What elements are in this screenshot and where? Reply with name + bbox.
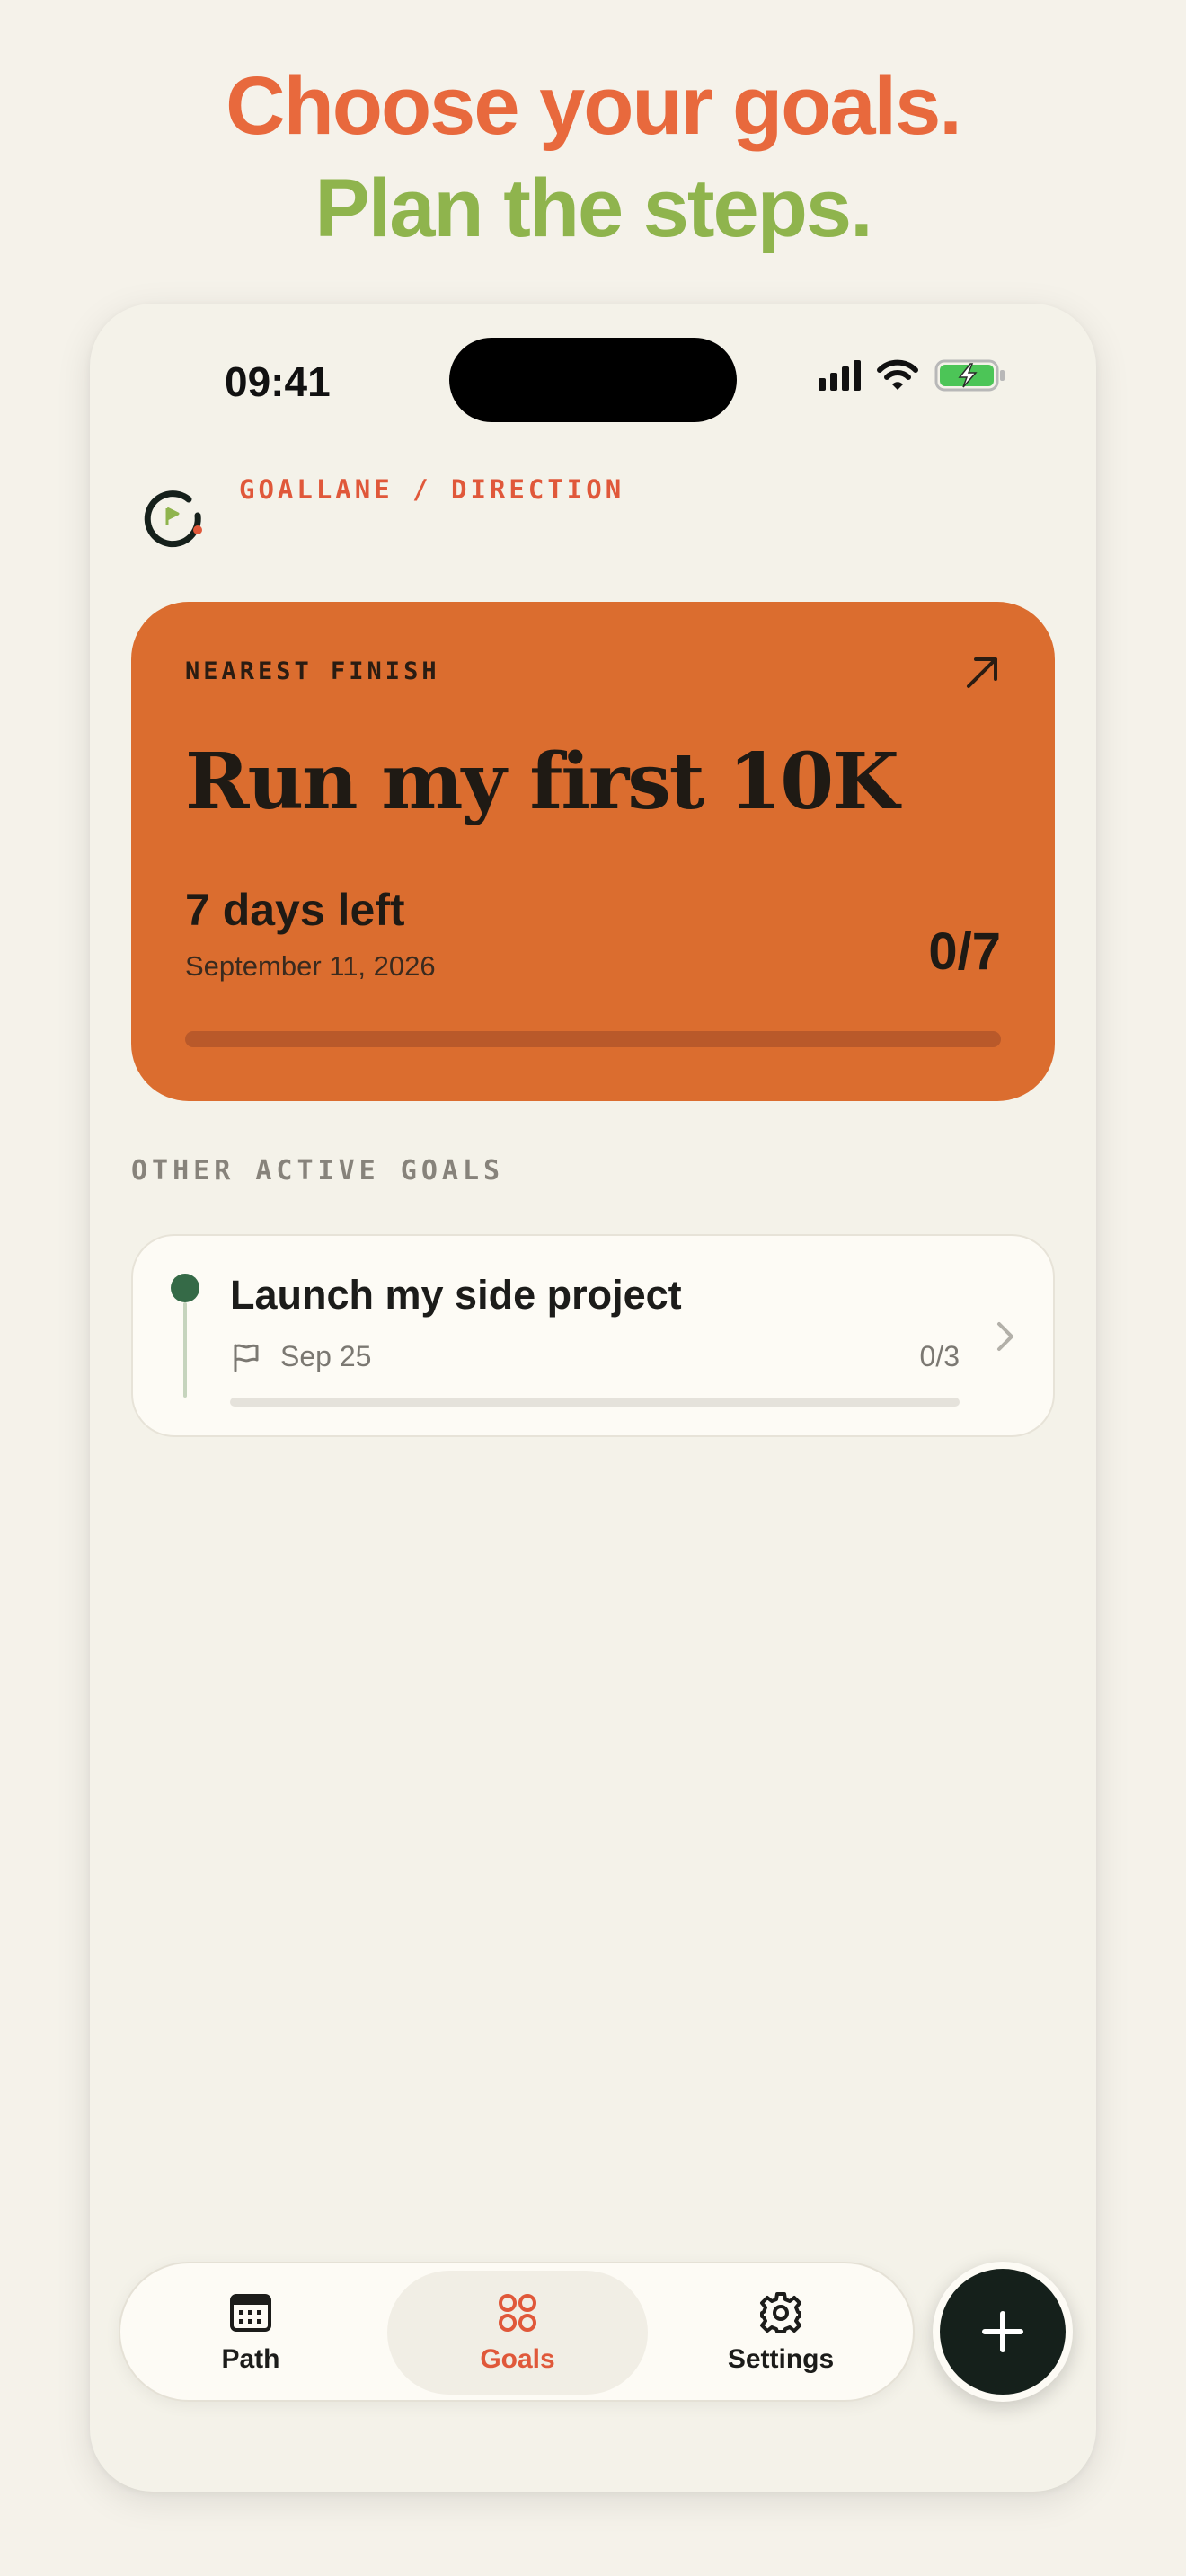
goallane-logo-icon (144, 490, 202, 548)
dynamic-island (449, 338, 737, 422)
featured-goal-days-left: 7 days left (185, 885, 405, 935)
featured-goal-progress-bar (185, 1031, 1001, 1047)
status-icons (819, 359, 1006, 392)
tab-bar: Path Goals Settings (119, 2262, 915, 2402)
calendar-icon (230, 2294, 271, 2332)
featured-goal-card[interactable]: NEAREST FINISH Run my first 10K 7 days l… (131, 602, 1055, 1101)
goal-list-item[interactable]: Launch my side project Sep 25 0/3 (131, 1234, 1055, 1437)
add-goal-button[interactable] (933, 2262, 1073, 2402)
plus-icon (982, 2311, 1023, 2352)
tab-settings-label: Settings (727, 2344, 835, 2374)
wifi-icon (877, 359, 918, 390)
tab-goals[interactable]: Goals (387, 2271, 648, 2395)
tab-settings[interactable]: Settings (651, 2271, 911, 2395)
goal-status-dot (171, 1274, 199, 1302)
featured-goal-progress-count: 0/7 (928, 922, 1001, 981)
goal-due-date: Sep 25 (280, 1340, 372, 1372)
goal-progress-count: 0/3 (919, 1340, 960, 1372)
tab-path[interactable]: Path (120, 2271, 381, 2395)
flag-icon (234, 1344, 259, 1372)
battery-charging-icon (934, 359, 1005, 392)
status-time: 09:41 (225, 358, 331, 405)
featured-goal-title: Run my first 10K (185, 737, 899, 827)
goal-timeline-line (183, 1302, 187, 1398)
brand-breadcrumb: GOALLANE / DIRECTION (239, 474, 625, 505)
grid-circles-icon (499, 2294, 536, 2332)
promo-headline-line-2: Plan the steps. (314, 163, 872, 254)
phone-frame: 09:41 GOALLANE / DIRECTION NEAREST FINIS… (90, 304, 1096, 2492)
tab-goals-label: Goals (480, 2344, 555, 2374)
gear-icon (760, 2292, 801, 2333)
chevron-right-icon[interactable] (994, 1319, 1017, 1354)
other-goals-heading: OTHER ACTIVE GOALS (131, 1155, 505, 1187)
goal-title: Launch my side project (230, 1272, 682, 1318)
goal-progress-bar (230, 1398, 960, 1407)
featured-goal-label: NEAREST FINISH (185, 657, 440, 685)
cellular-signal-icon (819, 360, 861, 391)
featured-goal-date: September 11, 2026 (185, 950, 436, 982)
tab-path-label: Path (221, 2344, 280, 2374)
promo-headline-line-1: Choose your goals. (226, 60, 962, 152)
arrow-up-right-icon[interactable] (963, 654, 1001, 692)
